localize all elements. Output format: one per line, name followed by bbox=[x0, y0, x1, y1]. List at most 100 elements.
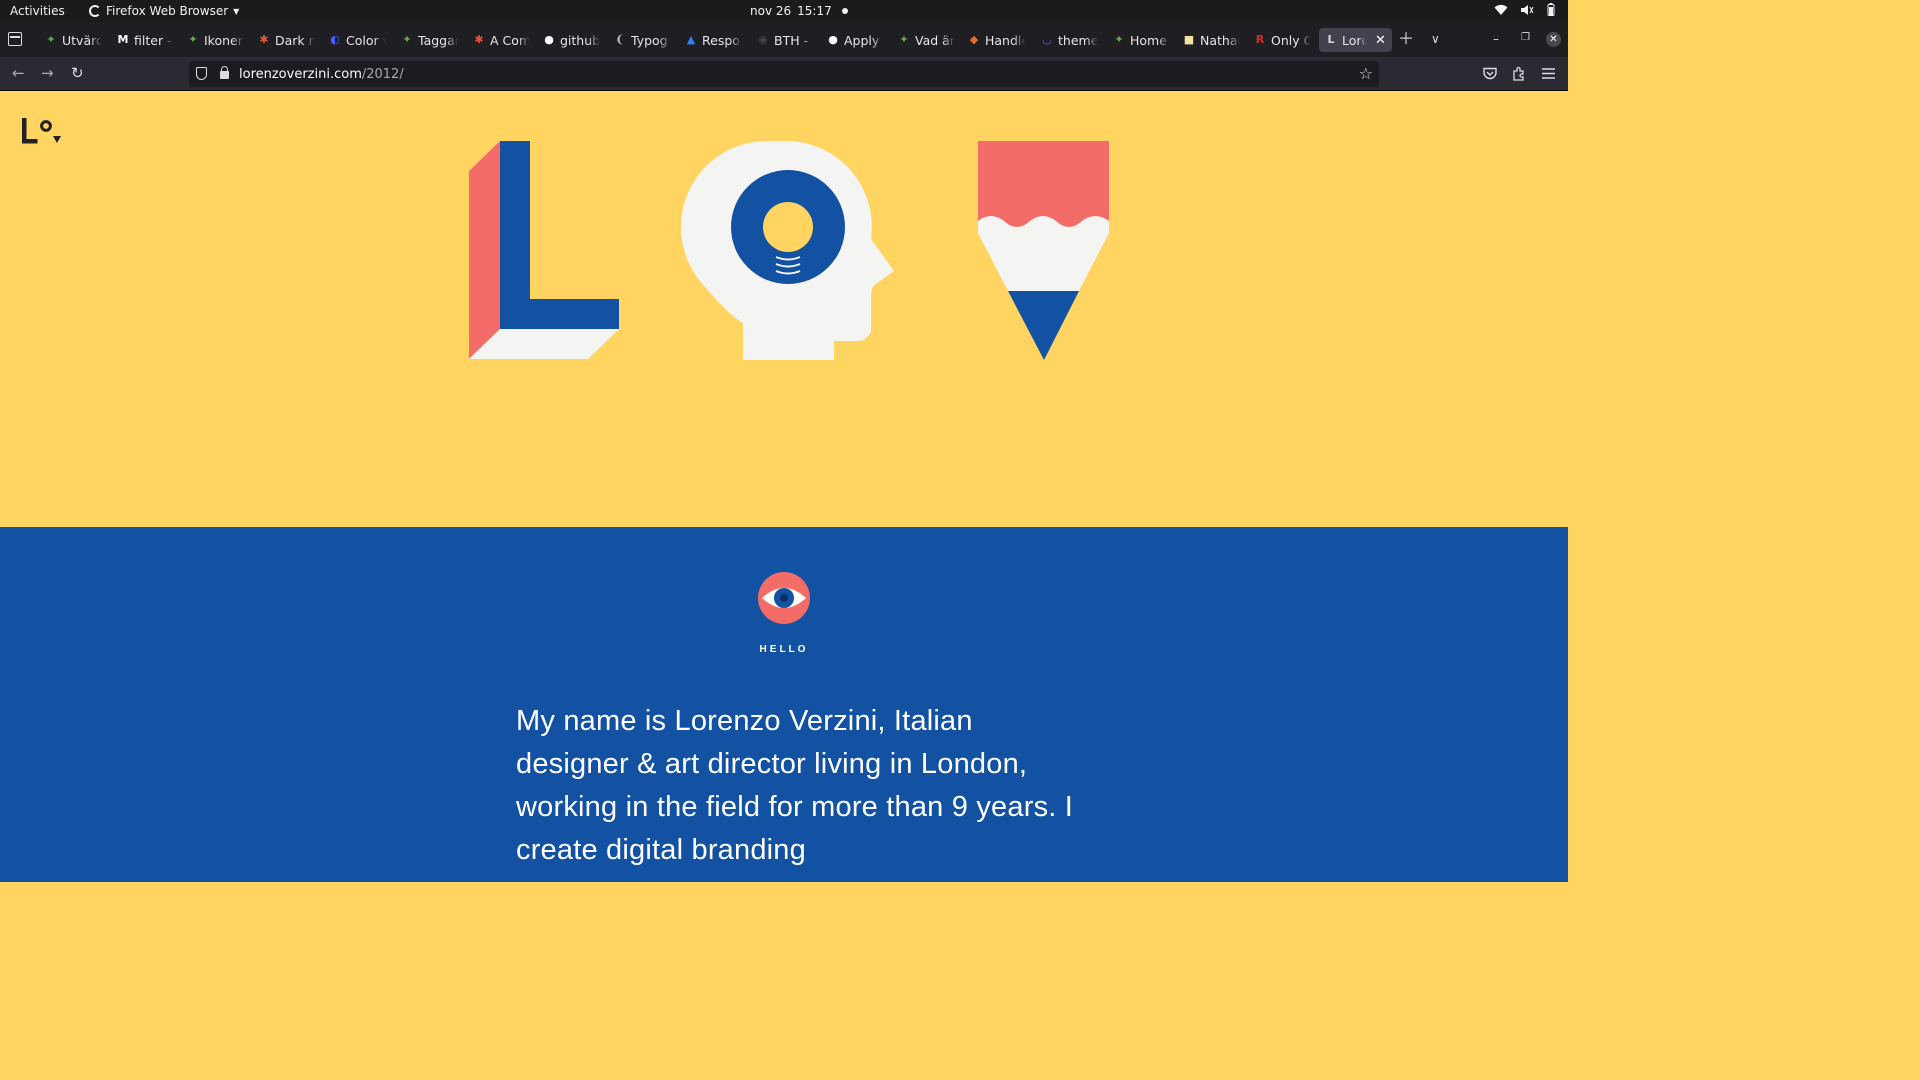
volume-icon bbox=[1521, 4, 1534, 15]
tab-11[interactable]: ● Apply bbox=[827, 28, 884, 52]
green-leaf-icon: ✦ bbox=[899, 33, 909, 46]
tab-3[interactable]: ✱ Dark n bbox=[258, 28, 315, 52]
clock[interactable]: nov 26 15:17 bbox=[750, 4, 848, 18]
app-name: Firefox Web Browser bbox=[106, 4, 229, 18]
tab-title: Vad är bbox=[915, 32, 955, 48]
tab-7[interactable]: ● github bbox=[543, 28, 600, 52]
tab-title: Home bbox=[1130, 32, 1167, 48]
tab-0[interactable]: ✦ Utvärd bbox=[45, 28, 102, 52]
tab-title: Typog bbox=[631, 32, 668, 48]
tab-5[interactable]: ✦ Taggar bbox=[401, 28, 458, 52]
tab-12[interactable]: ✦ Vad är bbox=[898, 28, 955, 52]
restore-button[interactable]: ❐ bbox=[1521, 32, 1530, 43]
tab-17[interactable]: R Only C bbox=[1254, 28, 1311, 52]
close-tab-icon[interactable]: ✕ bbox=[1375, 33, 1386, 48]
r-icon: R bbox=[1255, 33, 1265, 46]
lorenzo-icon: L bbox=[1327, 33, 1335, 46]
hamburger-menu-icon[interactable] bbox=[1542, 68, 1555, 79]
intro-paragraph: My name is Lorenzo Verzini, Italian desi… bbox=[516, 705, 1074, 866]
tab-title: BTH - ( bbox=[774, 32, 814, 48]
handle-icon: ◆ bbox=[969, 33, 979, 46]
theme-icon: ◡ bbox=[1042, 33, 1052, 46]
tab-14[interactable]: ◡ theme bbox=[1041, 28, 1098, 52]
nathan-icon: ■ bbox=[1183, 33, 1195, 46]
eye-icon bbox=[758, 572, 810, 624]
tab-title: Ikoner bbox=[204, 32, 243, 48]
tab-title: github bbox=[560, 32, 600, 48]
colorbox-icon: ◐ bbox=[330, 33, 340, 46]
list-all-tabs-button[interactable]: ∨ bbox=[1431, 31, 1440, 47]
hello-heading: HELLO bbox=[759, 644, 809, 655]
system-tray[interactable] bbox=[1494, 3, 1556, 16]
app-menu[interactable]: Firefox Web Browser ▼ bbox=[89, 4, 239, 18]
tab-strip: ✦ Utvärd Mfilter - ✦ Ikoner ✱ Dark n ◐ Color v ✦ T… bbox=[0, 22, 1568, 57]
tab-title: theme bbox=[1058, 32, 1098, 48]
tab-title: filter - bbox=[134, 32, 172, 48]
tab-4[interactable]: ◐ Color v bbox=[329, 28, 386, 52]
tab-title: Taggar bbox=[418, 32, 458, 48]
tracking-protection-shield-icon[interactable] bbox=[196, 67, 207, 80]
address-bar[interactable]: lorenzoverzini.com/2012/ ☆ bbox=[189, 61, 1379, 87]
responsive-icon: ▲ bbox=[686, 33, 696, 46]
asterisk-icon: ✱ bbox=[259, 33, 269, 46]
green-leaf-icon: ✦ bbox=[1114, 33, 1124, 46]
pocket-icon[interactable] bbox=[1483, 67, 1497, 80]
site-logo[interactable] bbox=[20, 116, 68, 150]
asterisk-icon: ✱ bbox=[474, 33, 484, 46]
tab-6[interactable]: ✱ A Com bbox=[473, 28, 530, 52]
hero-section bbox=[0, 91, 1568, 527]
tab-1[interactable]: Mfilter - bbox=[117, 28, 174, 52]
tab-2[interactable]: ✦ Ikoner bbox=[187, 28, 244, 52]
clock-time: 15:17 bbox=[797, 4, 832, 18]
tab-title: Handle bbox=[985, 32, 1025, 48]
clock-date: nov 26 bbox=[750, 4, 792, 18]
tab-title: Respo bbox=[702, 32, 740, 48]
chevron-down-icon: ▼ bbox=[233, 6, 240, 16]
tab-13[interactable]: ◆ Handle bbox=[968, 28, 1025, 52]
tab-title: Dark n bbox=[275, 32, 315, 48]
firefox-view-button[interactable] bbox=[8, 32, 22, 46]
tab-15[interactable]: ✦ Home bbox=[1113, 28, 1170, 52]
tab-9[interactable]: ▲ Respo bbox=[685, 28, 742, 52]
url-text[interactable]: lorenzoverzini.com/2012/ bbox=[239, 67, 404, 82]
green-leaf-icon: ✦ bbox=[46, 33, 56, 46]
tab-title: Apply bbox=[844, 32, 880, 48]
notification-dot-icon bbox=[841, 8, 848, 14]
tab-8[interactable]: ❨ Typog bbox=[614, 28, 671, 52]
letter-l-illustration bbox=[469, 141, 619, 359]
reload-button[interactable]: ↻ bbox=[71, 65, 84, 81]
navigation-bar: ← → ↻ lorenzoverzini.com/2012/ ☆ bbox=[0, 57, 1568, 91]
medium-icon: M bbox=[117, 33, 129, 46]
green-leaf-icon: ✦ bbox=[188, 33, 198, 46]
tab-10[interactable]: ◉ BTH - ( bbox=[757, 28, 814, 52]
new-tab-button[interactable]: ＋ bbox=[1398, 31, 1414, 47]
green-leaf-icon: ✦ bbox=[402, 33, 412, 46]
activities-button[interactable]: Activities bbox=[10, 4, 65, 18]
extensions-icon[interactable] bbox=[1512, 66, 1526, 81]
github-icon: ● bbox=[828, 33, 838, 46]
tab-title: Color v bbox=[346, 32, 386, 48]
pencil-illustration bbox=[978, 141, 1109, 360]
tab-title: Lore bbox=[1342, 32, 1366, 48]
tab-title: Nathan bbox=[1200, 32, 1240, 48]
tab-16[interactable]: ■ Nathan bbox=[1183, 28, 1240, 52]
tab-title: A Com bbox=[490, 32, 530, 48]
wifi-icon bbox=[1494, 4, 1508, 15]
head-lightbulb-illustration bbox=[680, 141, 894, 360]
url-host: lorenzoverzini.com bbox=[239, 67, 362, 82]
close-window-button[interactable]: ✕ bbox=[1546, 32, 1561, 47]
forward-button[interactable]: → bbox=[41, 65, 54, 81]
github-icon: ● bbox=[544, 33, 554, 46]
web-page: HELLO My name is Lorenzo Verzini, Italia… bbox=[0, 91, 1568, 882]
lock-icon[interactable] bbox=[220, 66, 229, 79]
lov-illustration bbox=[469, 141, 1109, 360]
firefox-icon bbox=[89, 5, 101, 17]
back-button[interactable]: ← bbox=[12, 65, 25, 81]
tab-title: Utvärd bbox=[62, 32, 102, 48]
tab-title: Only C bbox=[1271, 32, 1311, 48]
bth-icon: ◉ bbox=[758, 33, 768, 46]
bookmark-star-icon[interactable]: ☆ bbox=[1359, 64, 1373, 83]
minimize-button[interactable]: – bbox=[1493, 32, 1499, 46]
hello-section: HELLO My name is Lorenzo Verzini, Italia… bbox=[0, 527, 1568, 882]
tab-18[interactable]: L Lore ✕ bbox=[1319, 28, 1392, 52]
